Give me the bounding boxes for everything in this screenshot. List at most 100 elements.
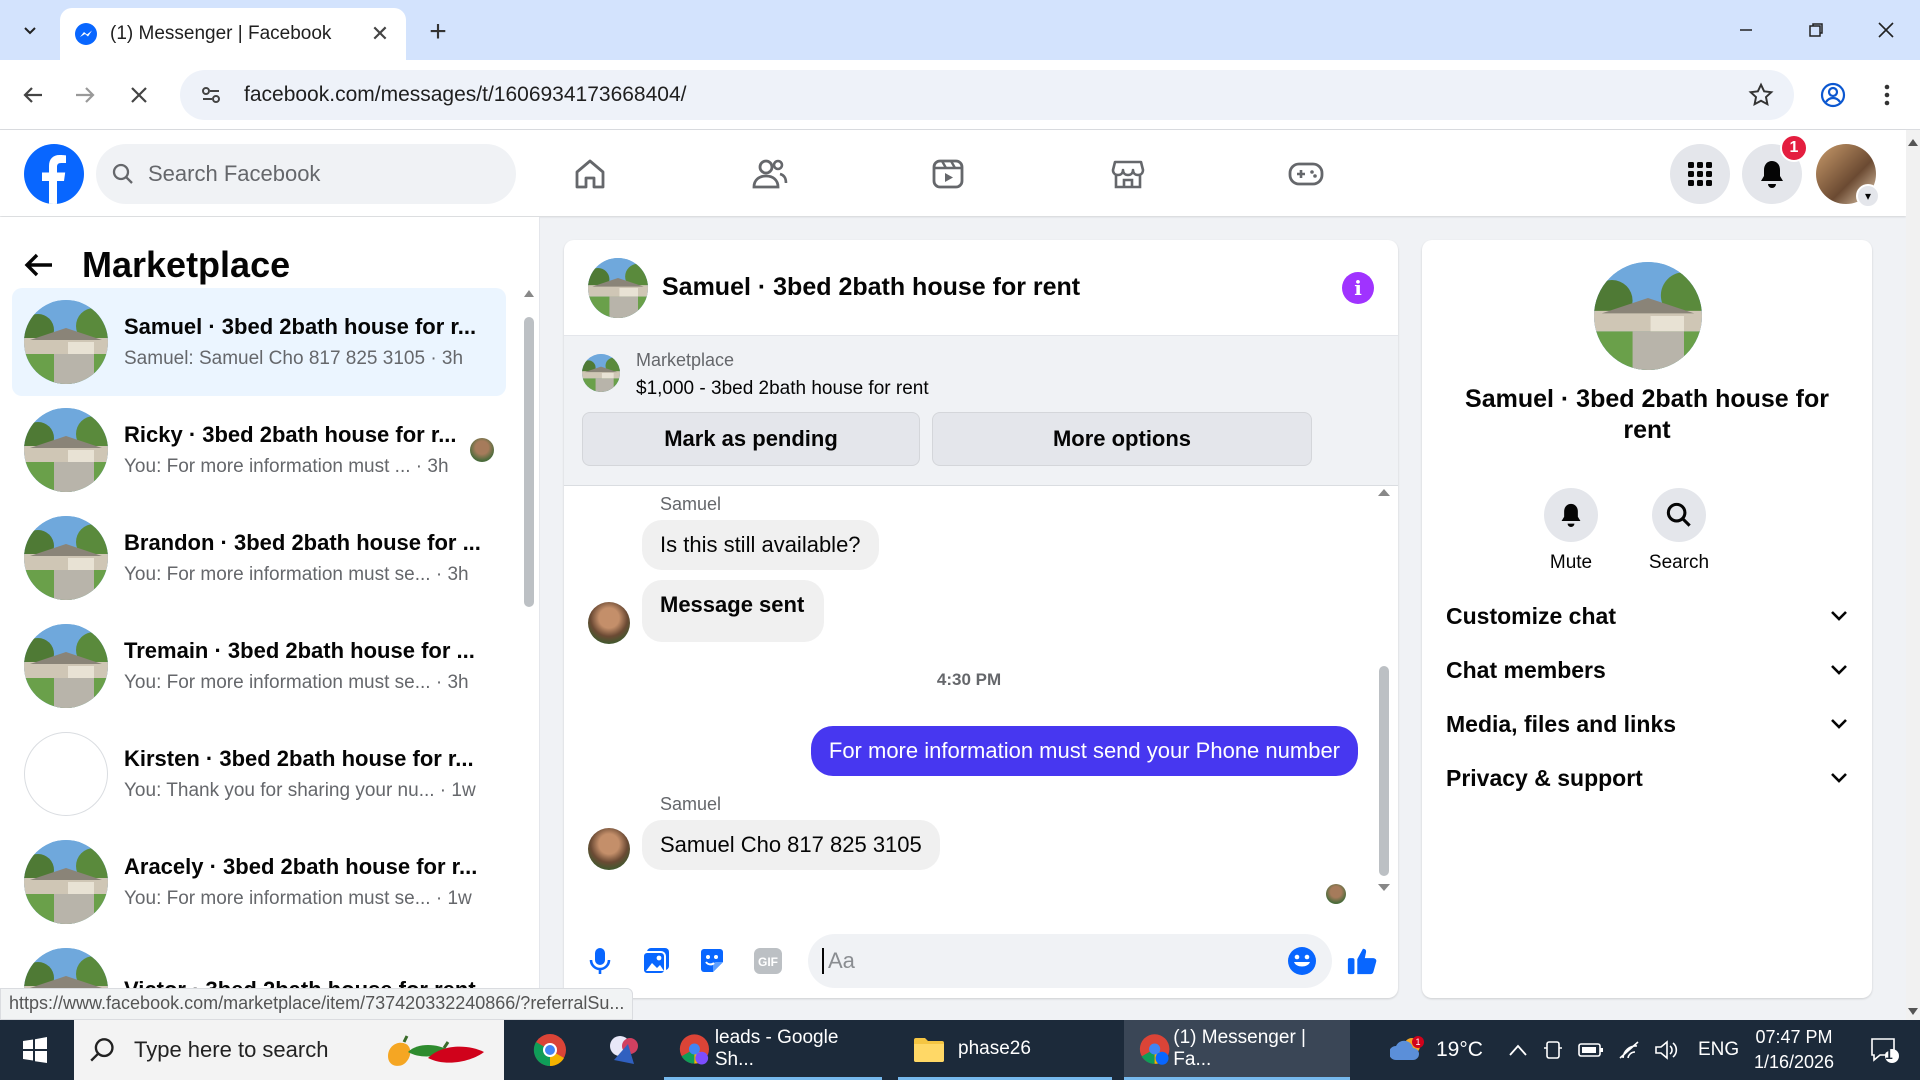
thumbs-up-icon [1347, 948, 1377, 975]
profile-button[interactable] [1812, 74, 1854, 116]
info-section-row[interactable]: Chat members [1446, 645, 1848, 695]
search-icon [90, 1038, 114, 1062]
taskbar-sheets-window[interactable]: leads - Google Sh... [664, 1020, 882, 1080]
clock[interactable]: 07:47 PM 1/16/2026 [1734, 1020, 1854, 1080]
device-icon[interactable] [1542, 1039, 1564, 1061]
conversation-item[interactable]: Samuel · 3bed 2bath house for r... Samuel… [12, 288, 506, 396]
message-bubble[interactable]: Samuel Cho 817 825 3105 [642, 820, 940, 870]
message-input-placeholder[interactable]: Aa [822, 948, 1286, 974]
action-center-button[interactable]: 1 [1860, 1020, 1910, 1080]
chrome-icon [1139, 1033, 1170, 1065]
forward-button[interactable] [64, 74, 106, 116]
nav-gaming[interactable] [1284, 152, 1328, 196]
close-window-button[interactable] [1856, 8, 1916, 52]
tab-close-icon[interactable]: ✕ [368, 21, 392, 46]
nav-marketplace[interactable] [1106, 152, 1150, 196]
mark-as-pending-button[interactable]: Mark as pending [582, 412, 920, 466]
list-scrollbar-thumb[interactable] [524, 317, 534, 607]
url-text[interactable]: facebook.com/messages/t/1606934173668404… [244, 83, 1748, 107]
gif-button[interactable]: GIF [752, 945, 784, 977]
more-options-button[interactable]: More options [932, 412, 1312, 466]
conversation-item[interactable]: Kirsten · 3bed 2bath house for r... You: … [12, 720, 506, 828]
video-icon [932, 159, 964, 189]
listing-item[interactable]: $1,000 - 3bed 2bath house for rent [636, 378, 929, 400]
conversation-name: Kirsten · 3bed 2bath house for r... [124, 746, 474, 771]
weather-widget[interactable]: 1 19°C [1390, 1020, 1483, 1080]
volume-icon[interactable] [1654, 1040, 1678, 1060]
account-avatar[interactable]: ▾ [1816, 144, 1880, 208]
chat-header[interactable]: Samuel · 3bed 2bath house for rent i [564, 240, 1398, 336]
taskbar-app-icon[interactable] [592, 1020, 660, 1080]
chevron-up-icon[interactable] [1508, 1043, 1528, 1057]
taskbar-folder-window[interactable]: phase26 [898, 1020, 1112, 1080]
nav-friends[interactable] [748, 152, 792, 196]
chevron-down-icon[interactable] [1830, 664, 1848, 676]
stop-loading-button[interactable] [118, 74, 160, 116]
chat-scrollbar-thumb[interactable] [1379, 666, 1389, 876]
back-arrow-icon[interactable] [24, 252, 54, 278]
search-in-conversation-button[interactable] [1652, 488, 1706, 542]
mute-action[interactable]: Mute [1526, 488, 1616, 574]
sticker-icon [701, 949, 723, 972]
start-button[interactable] [0, 1020, 70, 1080]
info-section-row[interactable]: Privacy & support [1446, 753, 1848, 803]
conversation-avatar[interactable] [1594, 262, 1702, 370]
message-input[interactable]: Aa [808, 934, 1332, 988]
conversation-item[interactable]: Aracely · 3bed 2bath house for r... You: … [12, 828, 506, 936]
weather-cloud-icon: 1 [1390, 1036, 1424, 1060]
conversation-item[interactable]: Brandon · 3bed 2bath house for ... You: F… [12, 504, 506, 612]
site-settings-icon[interactable] [200, 84, 222, 106]
message-bubble-outgoing[interactable]: For more information must send your Phon… [810, 726, 1358, 776]
conversation-name: Brandon · 3bed 2bath house for ... [124, 530, 481, 555]
nav-video[interactable] [926, 152, 970, 196]
message-bubble[interactable]: Is this still available? [642, 520, 879, 570]
chevron-down-icon[interactable] [1830, 610, 1848, 622]
sender-avatar[interactable] [588, 602, 630, 644]
info-section-row[interactable]: Customize chat [1446, 591, 1848, 641]
bookmark-star-icon[interactable] [1748, 82, 1774, 108]
facebook-search-input[interactable]: Search Facebook [96, 144, 516, 204]
listing-thumbnail[interactable] [582, 354, 620, 392]
restore-button[interactable] [1786, 8, 1846, 52]
list-scrollbar[interactable] [522, 287, 536, 1007]
menu-button[interactable] [1670, 144, 1730, 204]
message-bubble[interactable]: Message sent [642, 580, 825, 642]
emoji-icon[interactable] [1286, 945, 1318, 977]
browser-menu-button[interactable] [1866, 74, 1908, 116]
conversation-preview: You: For more information must se... · 1… [124, 888, 472, 909]
search-label: Search [1648, 552, 1710, 573]
page-scrollbar[interactable] [1906, 130, 1920, 1020]
conversation-avatar [24, 840, 108, 924]
attach-photo-button[interactable] [640, 945, 672, 977]
mute-button[interactable] [1544, 488, 1598, 542]
conversation-name: Ricky · 3bed 2bath house for r... [124, 422, 457, 447]
minimize-button[interactable] [1716, 8, 1776, 52]
chevron-down-icon[interactable] [1830, 718, 1848, 730]
chat-title[interactable]: Samuel · 3bed 2bath house for rent [662, 273, 1342, 302]
info-section-row[interactable]: Media, files and links [1446, 699, 1848, 749]
chat-avatar[interactable] [588, 257, 648, 318]
info-icon[interactable]: i [1342, 271, 1374, 304]
new-tab-button[interactable]: + [420, 14, 456, 50]
address-bar[interactable]: facebook.com/messages/t/1606934173668404… [180, 70, 1794, 120]
input-language[interactable]: ENG [1698, 1039, 1739, 1061]
wifi-icon[interactable] [1618, 1040, 1642, 1060]
sender-avatar[interactable] [588, 828, 630, 870]
browser-tab[interactable]: (1) Messenger | Facebook ✕ [60, 8, 406, 60]
chat-scrollbar[interactable] [1376, 486, 1392, 896]
chevron-down-icon[interactable] [1830, 772, 1848, 784]
search-action[interactable]: Search [1634, 488, 1724, 574]
facebook-logo-icon[interactable] [24, 144, 84, 204]
battery-icon[interactable] [1578, 1042, 1604, 1058]
send-like-button[interactable] [1346, 945, 1378, 977]
conversation-item[interactable]: Ricky · 3bed 2bath house for r... You: Fo… [12, 396, 506, 504]
taskbar-chrome[interactable] [518, 1020, 582, 1080]
conversation-item[interactable]: Tremain · 3bed 2bath house for ... You: F… [12, 612, 506, 720]
taskbar-search[interactable]: Type here to search [74, 1020, 504, 1080]
nav-home[interactable] [568, 152, 612, 196]
voice-clip-button[interactable] [584, 945, 616, 977]
tab-search-button[interactable] [10, 12, 50, 48]
sticker-button[interactable] [696, 945, 728, 977]
taskbar-messenger-window[interactable]: (1) Messenger | Fa... [1124, 1020, 1350, 1080]
back-button[interactable] [12, 74, 54, 116]
